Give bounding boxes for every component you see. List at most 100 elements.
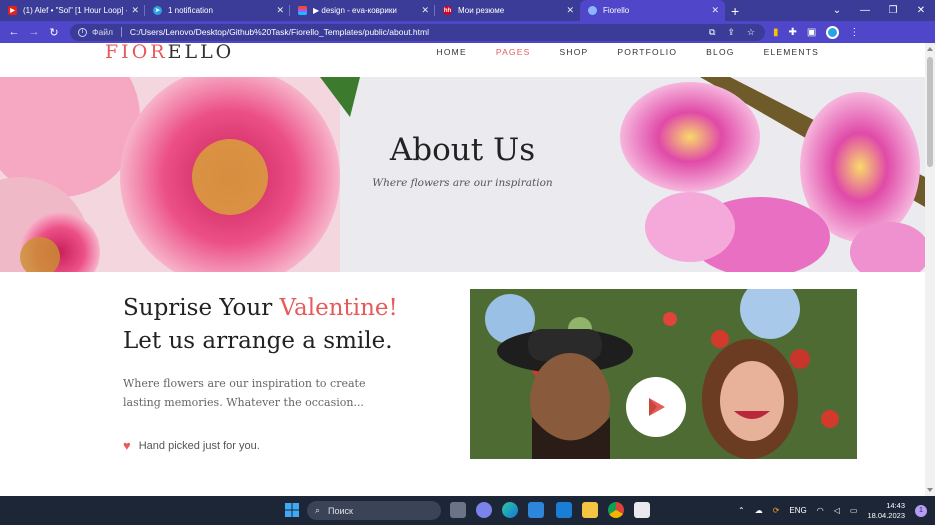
heading-part: Suprise Your	[123, 295, 280, 321]
restore-button[interactable]: ❐	[879, 5, 907, 16]
tab-title: ▶ design - eva-коврики	[313, 6, 397, 15]
system-tray: ⌃ ☁ ⟳ ENG ◠ ◁ ▭ 14:43 18.04.2023 1	[738, 496, 927, 525]
browser-tab[interactable]: ▶ (1) Alef • "Sol" [1 Hour Loop] - Yo ✕	[0, 0, 145, 21]
intro-description: Where flowers are our inspiration to cre…	[123, 377, 366, 409]
close-icon[interactable]: ✕	[276, 5, 284, 16]
scroll-up-arrow[interactable]	[927, 47, 933, 51]
forward-button[interactable]: →	[24, 26, 44, 38]
play-button[interactable]	[626, 377, 686, 437]
page-viewport: FIORELLO HOME PAGES SHOP PORTFOLIO BLOG …	[0, 43, 925, 496]
youtube-icon: ▶	[8, 6, 17, 15]
hh-icon: hh	[443, 6, 452, 15]
figma-icon	[298, 6, 307, 15]
reload-button[interactable]: ↻	[44, 26, 64, 39]
language-indicator[interactable]: ENG	[789, 506, 806, 515]
hero-banner: About Us Where flowers are our inspirati…	[0, 77, 925, 272]
clock[interactable]: 14:43 18.04.2023	[867, 501, 905, 521]
scroll-thumb[interactable]	[927, 57, 933, 167]
nav-portfolio[interactable]: PORTFOLIO	[617, 47, 677, 57]
divider	[120, 27, 122, 37]
teams-chat-icon[interactable]	[476, 502, 492, 518]
omnibox-actions: ⧉ ⇪ ☆	[709, 27, 765, 38]
battery-icon[interactable]: ▭	[850, 506, 858, 515]
nav-pages[interactable]: PAGES	[496, 47, 531, 57]
back-button[interactable]: ←	[4, 26, 24, 38]
edge-icon[interactable]	[502, 502, 518, 518]
url-text[interactable]: C:/Users/Lenovo/Desktop/Github%20Task/Fi…	[130, 27, 429, 37]
chrome-icon[interactable]	[608, 502, 624, 518]
tab-strip: ▶ (1) Alef • "Sol" [1 Hour Loop] - Yo ✕ …	[0, 0, 935, 21]
nav-shop[interactable]: SHOP	[560, 47, 589, 57]
page-subtitle: Where flowers are our inspiration	[372, 177, 553, 189]
share-icon[interactable]: ⇪	[727, 27, 735, 38]
heart-icon: ♥	[123, 438, 131, 453]
store-icon[interactable]	[528, 502, 544, 518]
extension-icon[interactable]: ▮	[773, 27, 779, 38]
site-logo[interactable]: FIORELLO	[105, 43, 234, 63]
explorer-folder-icon[interactable]	[582, 502, 598, 518]
video-thumbnail[interactable]	[470, 289, 857, 459]
notification-badge[interactable]: 1	[915, 504, 927, 517]
snipping-tool-icon[interactable]	[634, 502, 650, 518]
puzzle-icon[interactable]: ✚	[789, 27, 797, 38]
toolbar: ← → ↻ i Файл C:/Users/Lenovo/Desktop/Git…	[0, 21, 935, 43]
info-icon[interactable]: i	[78, 27, 87, 37]
nav-elements[interactable]: ELEMENTS	[764, 47, 819, 57]
heading-accent: Valentine!	[279, 295, 398, 321]
browser-tab-active[interactable]: Fiorello ✕	[580, 0, 725, 21]
minimize-button[interactable]: —	[851, 5, 879, 16]
tab-title: (1) Alef • "Sol" [1 Hour Loop] - Yo	[23, 6, 127, 15]
tab-title: 1 notification	[168, 6, 213, 15]
page-scrollbar[interactable]	[925, 43, 935, 496]
telegram-icon: ➤	[153, 6, 162, 15]
windows-start-icon[interactable]	[284, 502, 300, 518]
tab-title: Мои резюме	[458, 6, 505, 15]
volume-icon[interactable]: ◁	[834, 506, 840, 515]
nav-home[interactable]: HOME	[437, 47, 467, 57]
wifi-icon[interactable]: ◠	[817, 506, 824, 515]
logo-accent: FIOR	[105, 43, 168, 63]
bookmark-star-icon[interactable]: ☆	[747, 27, 755, 38]
sync-icon[interactable]: ⟳	[773, 506, 780, 515]
menu-kebab-icon[interactable]: ⋮	[849, 27, 859, 38]
sidepanel-icon[interactable]: ▣	[807, 27, 816, 38]
close-window-button[interactable]: ✕	[907, 5, 935, 16]
search-placeholder: Поиск	[328, 505, 353, 516]
intro-section: Suprise Your Valentine! Let us arrange a…	[123, 292, 398, 453]
play-icon	[649, 398, 665, 416]
globe-icon	[588, 6, 597, 15]
weather-icon[interactable]: ☁	[755, 506, 763, 515]
extensions-area: ▮ ✚ ▣ ⋮	[773, 25, 859, 39]
page-title: About Us	[389, 132, 536, 168]
scroll-down-arrow[interactable]	[927, 488, 933, 492]
clock-date: 18.04.2023	[867, 510, 905, 520]
tray-overflow-icon[interactable]: ⌃	[738, 506, 745, 515]
feature-item: ♥ Hand picked just for you.	[123, 438, 398, 453]
os-taskbar: ⌕ Поиск ⌃ ☁ ⟳ ENG ◠ ◁ ▭ 14:43 18.04.2023…	[0, 496, 935, 525]
address-bar[interactable]: i Файл C:/Users/Lenovo/Desktop/Github%20…	[70, 23, 765, 41]
close-icon[interactable]: ✕	[131, 5, 139, 16]
close-icon[interactable]: ✕	[711, 5, 719, 16]
taskbar-search[interactable]: ⌕ Поиск	[307, 501, 441, 520]
translate-icon[interactable]: ⧉	[709, 27, 715, 38]
browser-tab[interactable]: hh Мои резюме ✕	[435, 0, 580, 21]
tab-title: Fiorello	[603, 6, 630, 15]
search-icon: ⌕	[315, 505, 321, 515]
heading-line2: Let us arrange a smile.	[123, 328, 393, 354]
intro-heading: Suprise Your Valentine! Let us arrange a…	[123, 292, 398, 358]
profile-avatar[interactable]	[826, 25, 840, 39]
nav-blog[interactable]: BLOG	[706, 47, 734, 57]
scheme-label: Файл	[92, 27, 113, 37]
window-controls: ⌄ — ❐ ✕	[823, 0, 935, 21]
task-view-icon[interactable]	[450, 502, 466, 518]
close-icon[interactable]: ✕	[566, 5, 574, 16]
clock-time: 14:43	[886, 500, 905, 510]
feature-label: Hand picked just for you.	[138, 439, 260, 452]
tab-search-icon[interactable]: ⌄	[823, 5, 851, 16]
close-icon[interactable]: ✕	[421, 5, 429, 16]
mail-icon[interactable]	[556, 502, 572, 518]
browser-tab[interactable]: ➤ 1 notification ✕	[145, 0, 290, 21]
new-tab-button[interactable]: +	[731, 3, 739, 19]
site-header: FIORELLO HOME PAGES SHOP PORTFOLIO BLOG …	[0, 43, 925, 77]
browser-tab[interactable]: ▶ design - eva-коврики ✕	[290, 0, 435, 21]
